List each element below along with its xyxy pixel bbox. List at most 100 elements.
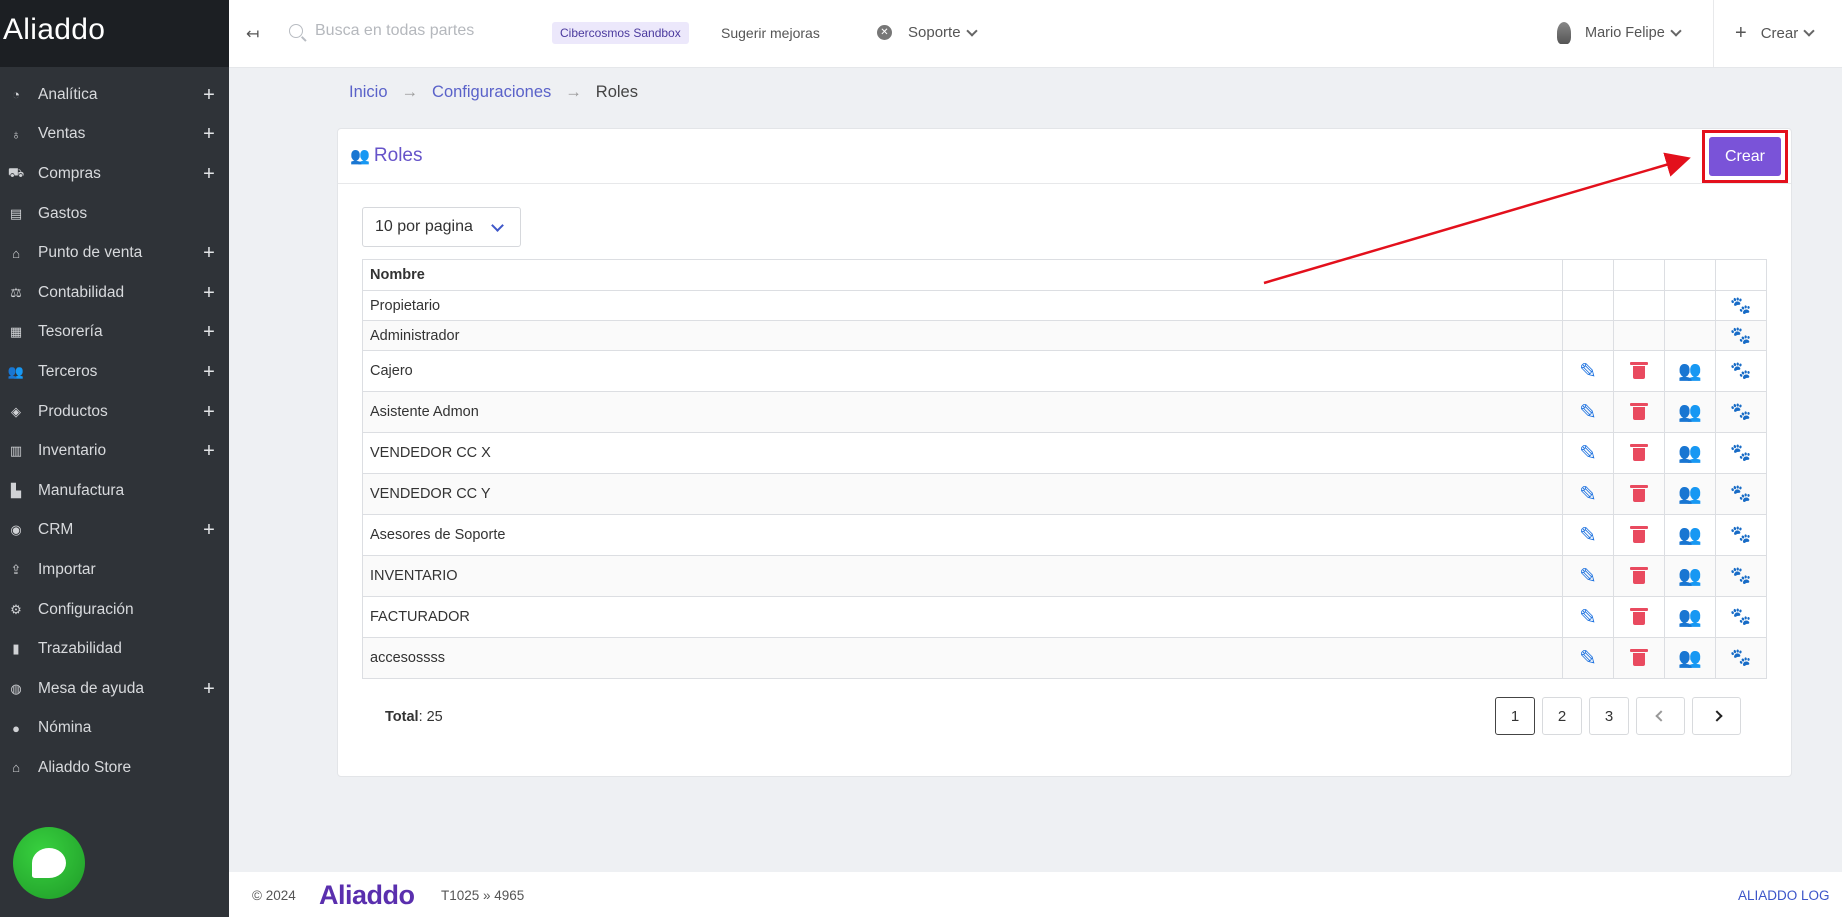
edit-role-button[interactable]: ✎	[1576, 523, 1600, 547]
edit-role-button[interactable]: ✎	[1576, 646, 1600, 670]
global-search	[289, 22, 515, 40]
delete-role-button[interactable]	[1627, 400, 1651, 424]
user-icon: ●	[12, 720, 20, 736]
create-role-button[interactable]: Crear	[1709, 137, 1781, 176]
sidebar-item-punto-de-venta[interactable]: ⌂ Punto de venta +	[0, 233, 229, 273]
permissions-role-button[interactable]: 👥	[1678, 482, 1702, 506]
delete-role-button[interactable]	[1627, 523, 1651, 547]
delete-role-button[interactable]	[1627, 605, 1651, 629]
breadcrumb-home[interactable]: Inicio	[349, 83, 388, 102]
sidebar-item-tesorería[interactable]: ▦ Tesorería +	[0, 313, 229, 353]
plus-icon[interactable]: +	[201, 520, 217, 540]
sidebar-item-analítica[interactable]: ◔ Analítica +	[0, 75, 229, 115]
plus-icon[interactable]: +	[201, 283, 217, 303]
sidebar-item-trazabilidad[interactable]: ▮ Trazabilidad	[0, 629, 229, 669]
support-menu[interactable]: ✕ Soporte	[877, 24, 978, 41]
breadcrumb-config[interactable]: Configuraciones	[432, 83, 551, 102]
plus-icon[interactable]: +	[201, 441, 217, 461]
permissions-role-button[interactable]: 👥	[1678, 564, 1702, 588]
page-prev-button[interactable]	[1636, 697, 1685, 735]
permissions-role-button[interactable]: 👥	[1678, 605, 1702, 629]
brand-logo[interactable]: Aliaddo	[0, 0, 229, 67]
sidebar-item-inventario[interactable]: ▥ Inventario +	[0, 431, 229, 471]
create-button-highlight: Crear	[1702, 130, 1788, 183]
plus-icon[interactable]: +	[201, 679, 217, 699]
paw-role-button[interactable]: 🐾	[1729, 359, 1753, 383]
search-icon	[289, 24, 303, 38]
plus-icon[interactable]: +	[201, 362, 217, 382]
sidebar-item-terceros[interactable]: 👥 Terceros +	[0, 352, 229, 392]
plus-icon[interactable]: +	[201, 322, 217, 342]
suggest-improvements-link[interactable]: Sugerir mejoras	[721, 25, 820, 41]
paw-role-button[interactable]: 🐾	[1729, 523, 1753, 547]
sidebar-item-mesa-de-ayuda[interactable]: ◍ Mesa de ayuda +	[0, 669, 229, 709]
version: T1025 » 4965	[441, 888, 525, 903]
chat-widget-button[interactable]	[13, 827, 85, 899]
company-badge[interactable]: Cibercosmos Sandbox	[552, 22, 689, 44]
plus-icon[interactable]: +	[201, 402, 217, 422]
delete-role-button[interactable]	[1627, 646, 1651, 670]
sidebar-item-manufactura[interactable]: ▙ Manufactura	[0, 471, 229, 511]
plus-icon[interactable]: +	[201, 164, 217, 184]
edit-role-button[interactable]: ✎	[1576, 605, 1600, 629]
sidebar-item-ventas[interactable]: ♁ Ventas +	[0, 115, 229, 155]
chevron-down-icon	[1803, 25, 1815, 37]
cell-delete	[1613, 473, 1665, 515]
permissions-role-button[interactable]: 👥	[1678, 441, 1702, 465]
edit-role-button[interactable]: ✎	[1576, 482, 1600, 506]
plus-icon[interactable]: +	[201, 124, 217, 144]
paw-role-button[interactable]: 🐾	[1729, 564, 1753, 588]
paw-role-button[interactable]: 🐾	[1729, 646, 1753, 670]
sidebar-item-configuración[interactable]: ⚙ Configuración	[0, 590, 229, 630]
paw-role-button[interactable]: 🐾	[1729, 605, 1753, 629]
users-cog-icon: 👥	[1678, 361, 1702, 382]
pencil-icon: ✎	[1579, 400, 1597, 424]
plus-icon[interactable]: +	[201, 85, 217, 105]
sidebar-item-aliaddo-store[interactable]: ⌂ Aliaddo Store	[0, 748, 229, 788]
edit-role-button[interactable]: ✎	[1576, 564, 1600, 588]
per-page-select[interactable]: 10 por pagina	[362, 207, 521, 247]
delete-role-button[interactable]	[1627, 482, 1651, 506]
cell-delete	[1613, 555, 1665, 597]
collapse-sidebar-icon[interactable]: ↤	[246, 24, 259, 44]
delete-role-button[interactable]	[1627, 441, 1651, 465]
edit-role-button[interactable]: ✎	[1576, 441, 1600, 465]
cell-delete	[1613, 514, 1665, 556]
search-input[interactable]	[315, 22, 515, 40]
page-next-button[interactable]	[1692, 697, 1741, 735]
paw-role-button[interactable]: 🐾	[1729, 324, 1753, 348]
sidebar-item-compras[interactable]: ⛟ Compras +	[0, 154, 229, 194]
paw-role-button[interactable]: 🐾	[1729, 441, 1753, 465]
sidebar-item-gastos[interactable]: ▤ Gastos	[0, 194, 229, 234]
permissions-role-button[interactable]: 👥	[1678, 646, 1702, 670]
trash-icon	[1630, 608, 1648, 626]
user-menu[interactable]: Mario Felipe	[1557, 22, 1682, 44]
role-name: Propietario	[362, 290, 1563, 321]
paw-role-button[interactable]: 🐾	[1729, 400, 1753, 424]
paw-role-button[interactable]: 🐾	[1729, 294, 1753, 318]
trash-icon	[1630, 567, 1648, 585]
paw-role-button[interactable]: 🐾	[1729, 482, 1753, 506]
paw-icon: 🐾	[1730, 484, 1752, 503]
permissions-role-button[interactable]: 👥	[1678, 400, 1702, 424]
edit-role-button[interactable]: ✎	[1576, 359, 1600, 383]
sidebar-item-crm[interactable]: ◉ CRM +	[0, 511, 229, 551]
permissions-role-button[interactable]: 👥	[1678, 359, 1702, 383]
aliaddo-log-link[interactable]: ALIADDO LOG	[1738, 888, 1830, 903]
sidebar-item-importar[interactable]: ⇪ Importar	[0, 550, 229, 590]
permissions-role-button[interactable]: 👥	[1678, 523, 1702, 547]
page-button-1[interactable]: 1	[1495, 697, 1535, 735]
delete-role-button[interactable]	[1627, 359, 1651, 383]
edit-role-button[interactable]: ✎	[1576, 400, 1600, 424]
column-header-permissions	[1664, 259, 1716, 291]
create-menu[interactable]: + Crear	[1735, 23, 1815, 43]
users-cog-icon: 👥	[1678, 648, 1702, 669]
sidebar-item-productos[interactable]: ◈ Productos +	[0, 392, 229, 432]
sidebar-item-contabilidad[interactable]: ⚖ Contabilidad +	[0, 273, 229, 313]
page-button-2[interactable]: 2	[1542, 697, 1582, 735]
pencil-icon: ✎	[1579, 564, 1597, 588]
delete-role-button[interactable]	[1627, 564, 1651, 588]
sidebar-item-nómina[interactable]: ● Nómina	[0, 709, 229, 749]
page-button-3[interactable]: 3	[1589, 697, 1629, 735]
plus-icon[interactable]: +	[201, 243, 217, 263]
